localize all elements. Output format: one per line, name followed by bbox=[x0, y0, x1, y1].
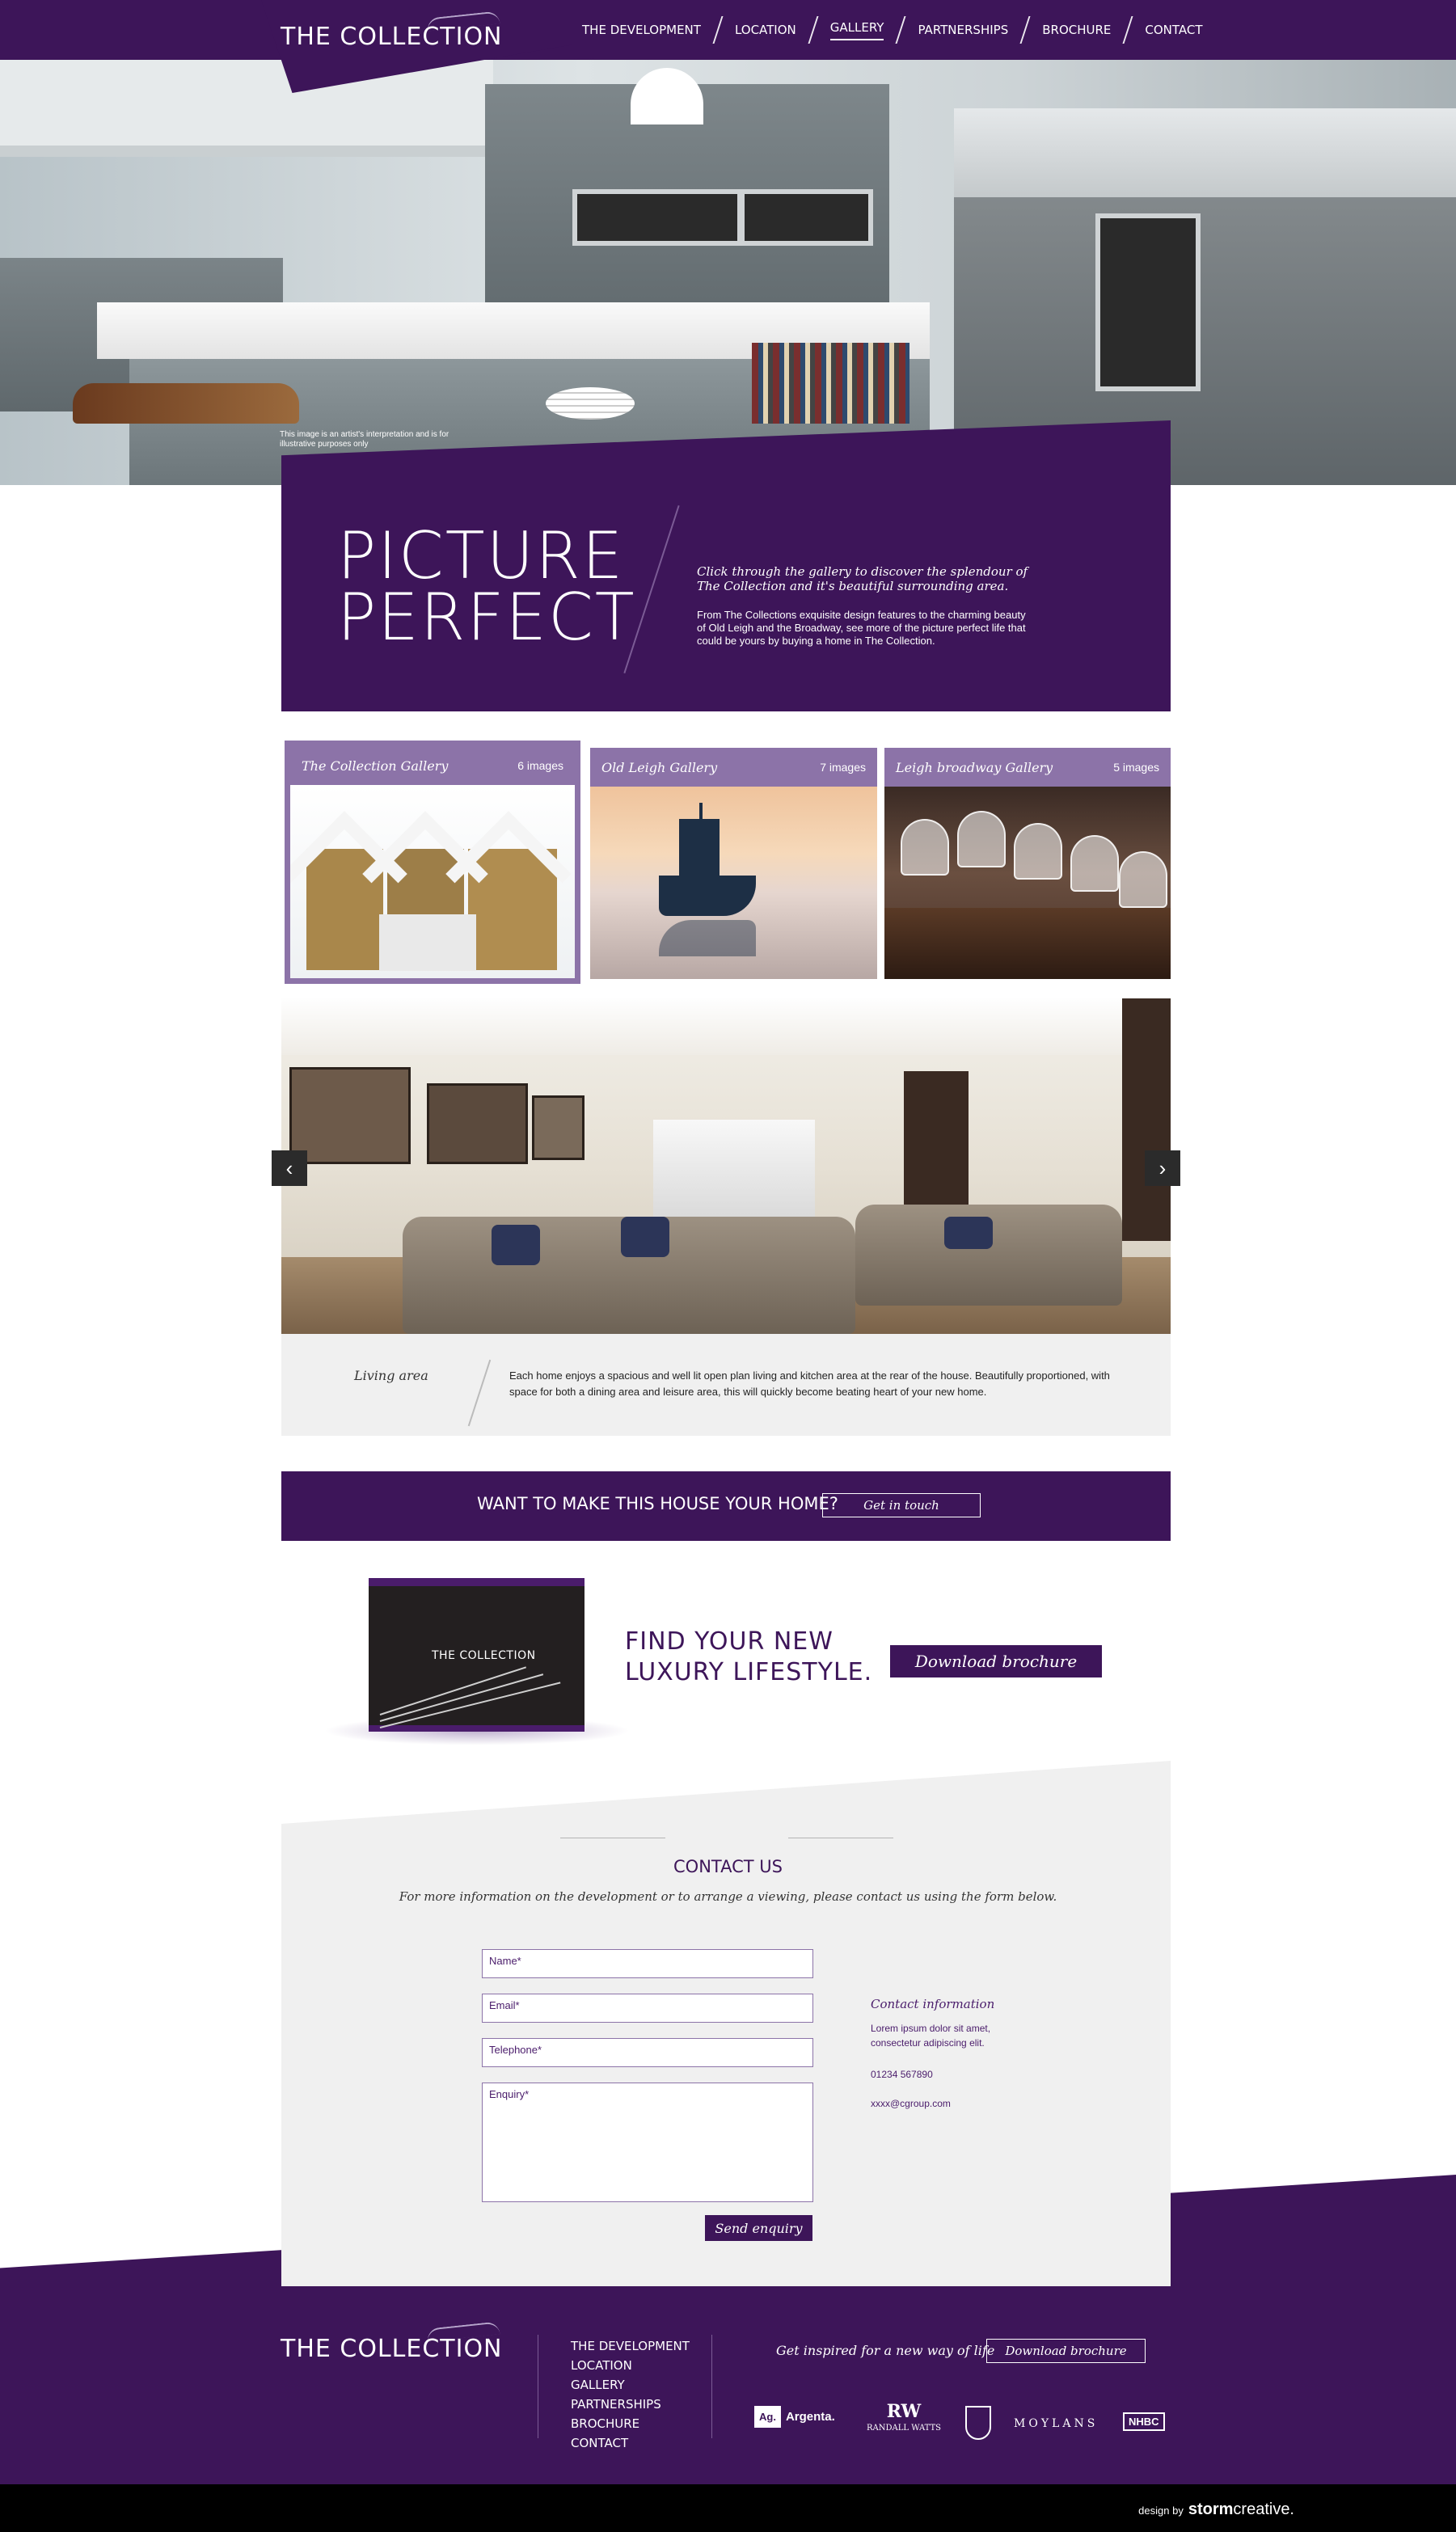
intro-lead: Click through the gallery to discover th… bbox=[697, 564, 1028, 593]
nav-item-contact[interactable]: CONTACT bbox=[1129, 0, 1218, 60]
nav-item-brochure[interactable]: BROCHURE bbox=[1026, 0, 1127, 60]
credit-brand-rest: creative. bbox=[1233, 2500, 1294, 2518]
gallery-card-header: Old Leigh Gallery 7 images bbox=[590, 748, 877, 787]
moylans-wordmark: MOYLANS bbox=[1014, 2417, 1099, 2430]
download-brochure-button[interactable]: Download brochure bbox=[890, 1645, 1102, 1677]
contact-phone[interactable]: 01234 567890 bbox=[871, 2067, 1032, 2082]
gallery-thumbnail bbox=[290, 785, 575, 978]
argenta-mark-icon: Ag. bbox=[754, 2406, 781, 2428]
title-line: PERFECT bbox=[337, 580, 636, 655]
hero-caption: This image is an artist's interpretation… bbox=[280, 430, 449, 449]
heading-line: LUXURY LIFESTYLE. bbox=[625, 1658, 873, 1686]
gallery-title: The Collection Gallery bbox=[302, 757, 449, 774]
nav-label: BROCHURE bbox=[1042, 23, 1112, 37]
gallery-thumbnail bbox=[884, 787, 1171, 979]
nhbc-wordmark: NHBC bbox=[1123, 2412, 1165, 2431]
slide-caption-text: Each home enjoys a spacious and well lit… bbox=[509, 1369, 1110, 1398]
field-placeholder: Enquiry* bbox=[489, 2088, 530, 2100]
chevron-left-icon: ‹ bbox=[285, 1155, 293, 1180]
credit-prefix: design by bbox=[1138, 2505, 1184, 2517]
footer-nav-gallery[interactable]: GALLERY bbox=[571, 2375, 690, 2395]
footer-nav-partnerships[interactable]: PARTNERSHIPS bbox=[571, 2395, 690, 2414]
chevron-right-icon: › bbox=[1158, 1155, 1167, 1180]
gallery-card-old-leigh[interactable]: Old Leigh Gallery 7 images bbox=[590, 748, 877, 979]
gallery-title: Old Leigh Gallery bbox=[601, 759, 718, 775]
argenta-wordmark: Argenta. bbox=[785, 2410, 835, 2424]
slider-next-button[interactable]: › bbox=[1145, 1150, 1180, 1186]
gallery-card-header: Leigh broadway Gallery 5 images bbox=[884, 748, 1171, 787]
partner-moylans-logo: MOYLANS bbox=[1014, 2417, 1098, 2430]
nav-label: LOCATION bbox=[734, 23, 796, 37]
get-in-touch-button[interactable]: Get in touch bbox=[822, 1493, 981, 1517]
footer-tagline: Get inspired for a new way of life bbox=[776, 2343, 995, 2358]
title-line: PICTURE bbox=[337, 518, 625, 593]
stormcreative-logo: stormcreative. bbox=[1188, 2500, 1294, 2519]
footer-nav-development[interactable]: THE DEVELOPMENT bbox=[571, 2336, 690, 2356]
nav-label: CONTACT bbox=[1145, 23, 1203, 37]
nav-item-location[interactable]: LOCATION bbox=[719, 0, 812, 60]
contact-subtitle: For more information on the development … bbox=[399, 1889, 1057, 1904]
footer-divider bbox=[711, 2335, 712, 2438]
crest-icon bbox=[965, 2406, 991, 2440]
gallery-title: Leigh broadway Gallery bbox=[896, 759, 1053, 775]
enquiry-field[interactable]: Enquiry* bbox=[482, 2083, 813, 2202]
nav-label: GALLERY bbox=[829, 20, 884, 40]
footer-nav-brochure[interactable]: BROCHURE bbox=[571, 2414, 690, 2433]
name-field[interactable]: Name* bbox=[482, 1949, 813, 1978]
gallery-thumbnail bbox=[590, 787, 877, 979]
send-enquiry-button[interactable]: Send enquiry bbox=[705, 2215, 812, 2241]
gallery-card-collection[interactable]: The Collection Gallery 6 images bbox=[285, 741, 580, 984]
partner-randall-watts-logo: RW RANDALL WATTS bbox=[867, 2401, 941, 2433]
cta-text: WANT TO MAKE THIS HOUSE YOUR HOME? bbox=[477, 1494, 838, 1513]
contact-info-text: Lorem ipsum dolor sit amet, consectetur … bbox=[871, 2023, 991, 2049]
nav-item-development[interactable]: THE DEVELOPMENT bbox=[566, 0, 717, 60]
field-placeholder: Email* bbox=[489, 1999, 520, 2011]
gallery-count: 6 images bbox=[517, 759, 563, 772]
credit-brand-bold: storm bbox=[1188, 2500, 1234, 2518]
footer-logo[interactable]: THE COLLECTION bbox=[281, 2335, 503, 2363]
nav-label: THE DEVELOPMENT bbox=[582, 23, 701, 37]
randall-watts-wordmark: RANDALL WATTS bbox=[867, 2424, 942, 2433]
randall-watts-mark-icon: RW bbox=[886, 2401, 922, 2422]
contact-section bbox=[281, 1761, 1171, 2286]
nav-item-gallery[interactable]: GALLERY bbox=[814, 0, 901, 60]
heading-line: FIND YOUR NEW bbox=[625, 1627, 834, 1656]
footer-nav-contact[interactable]: CONTACT bbox=[571, 2433, 690, 2453]
intro-body: From The Collections exquisite design fe… bbox=[697, 609, 1026, 647]
field-placeholder: Telephone* bbox=[489, 2044, 542, 2056]
nav-item-partnerships[interactable]: PARTNERSHIPS bbox=[901, 0, 1024, 60]
footer-nav: THE DEVELOPMENT LOCATION GALLERY PARTNER… bbox=[571, 2336, 690, 2453]
gallery-card-header: The Collection Gallery 6 images bbox=[290, 746, 575, 785]
design-credit[interactable]: design by stormcreative. bbox=[1138, 2500, 1294, 2519]
brochure-cover-logo: THE COLLECTION bbox=[432, 1649, 536, 1662]
field-placeholder: Name* bbox=[489, 1955, 521, 1967]
footer-nav-location[interactable]: LOCATION bbox=[571, 2356, 690, 2375]
slider-prev-button[interactable]: ‹ bbox=[272, 1150, 307, 1186]
contact-email[interactable]: xxxx@cgroup.com bbox=[871, 2096, 1032, 2111]
gallery-count: 7 images bbox=[820, 761, 866, 774]
page-title: PICTURE PERFECT bbox=[337, 518, 636, 655]
brochure-heading: FIND YOUR NEW LUXURY LIFESTYLE. bbox=[625, 1627, 872, 1688]
image-slider[interactable] bbox=[281, 998, 1171, 1334]
telephone-field[interactable]: Telephone* bbox=[482, 2038, 813, 2067]
gallery-count: 5 images bbox=[1113, 761, 1159, 774]
partner-nhbc-logo: NHBC bbox=[1123, 2412, 1165, 2431]
contact-title: CONTACT US bbox=[673, 1857, 783, 1876]
slide-caption-title: Living area bbox=[354, 1368, 428, 1383]
footer-download-button[interactable]: Download brochure bbox=[986, 2339, 1146, 2363]
email-field[interactable]: Email* bbox=[482, 1994, 813, 2023]
contact-info-title: Contact information bbox=[871, 1997, 995, 2011]
gallery-card-leigh-broadway[interactable]: Leigh broadway Gallery 5 images bbox=[884, 748, 1171, 979]
partner-argenta-logo: Ag. Argenta. bbox=[754, 2406, 835, 2428]
nav-label: PARTNERSHIPS bbox=[918, 23, 1009, 37]
hero-kitchen-image bbox=[0, 60, 1456, 485]
main-nav: THE DEVELOPMENT LOCATION GALLERY PARTNER… bbox=[566, 0, 1219, 60]
partner-crest-logo bbox=[965, 2406, 991, 2440]
